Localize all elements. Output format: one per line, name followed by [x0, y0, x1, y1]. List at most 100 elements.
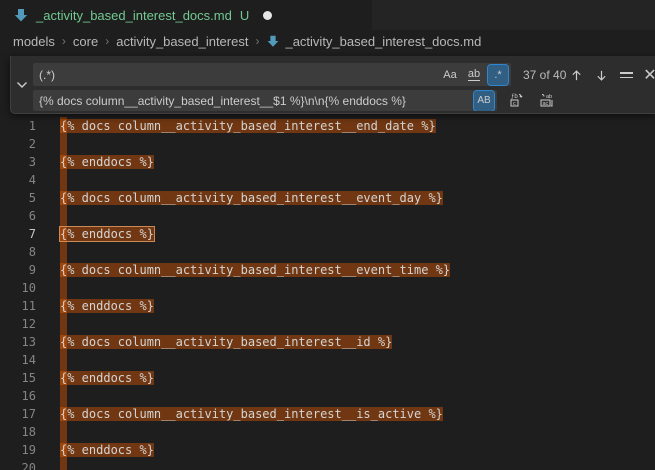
editor-line-9[interactable]: 9{% docs column__activity_based_interest…: [0, 261, 655, 279]
regex-label: .*: [494, 69, 501, 81]
editor-pane[interactable]: 1{% docs column__activity_based_interest…: [0, 52, 655, 470]
close-icon: ✕: [643, 65, 655, 85]
tab-filename: _activity_based_interest_docs.md: [36, 8, 232, 23]
replace-icon: ƒb c: [508, 92, 524, 108]
whole-word-toggle[interactable]: ab: [464, 65, 484, 85]
editor-line-14[interactable]: 14: [0, 351, 655, 369]
editor-line-19[interactable]: 19 {% enddocs %}: [0, 441, 655, 459]
breadcrumb-item-core[interactable]: core: [73, 34, 98, 49]
line-number: 20: [0, 459, 36, 470]
line-number: 12: [0, 315, 36, 333]
results-count: 37 of 40: [523, 63, 566, 86]
line-text: {% enddocs %}: [60, 153, 154, 171]
line-number: 15: [0, 369, 36, 387]
svg-text:ab: ab: [546, 94, 552, 100]
line-text: {% enddocs %}: [60, 441, 154, 459]
replace-all-button[interactable]: ab ac: [535, 89, 557, 111]
editor-line-15[interactable]: 15 {% enddocs %}: [0, 369, 655, 387]
editor-line-10[interactable]: 10: [0, 279, 655, 297]
editor-line-3[interactable]: 3 {% enddocs %}: [0, 153, 655, 171]
line-number: 19: [0, 441, 36, 459]
tab-bar: _activity_based_interest_docs.md U: [0, 0, 655, 30]
chevron-down-icon: [16, 81, 28, 89]
tab-activity-based-interest-docs[interactable]: _activity_based_interest_docs.md U: [0, 0, 372, 30]
replace-input[interactable]: {% docs column__activity_based_interest_…: [33, 90, 497, 111]
replace-input-value: {% docs column__activity_based_interest_…: [39, 94, 406, 108]
find-match: {% docs column__activity_based_interest_…: [60, 407, 443, 421]
find-match: {% enddocs %}: [60, 443, 154, 457]
find-match: {% enddocs %}: [60, 371, 154, 385]
find-in-selection-button[interactable]: [615, 64, 637, 86]
editor-line-18[interactable]: 18: [0, 423, 655, 441]
find-match: {% enddocs %}: [60, 299, 154, 313]
editor-line-17[interactable]: 17 {% docs column__activity_based_interes…: [0, 405, 655, 423]
line-number: 4: [0, 171, 36, 189]
match-case-label: Aa: [443, 69, 456, 81]
vscode-window: _activity_based_interest_docs.md U model…: [0, 0, 655, 470]
replace-button[interactable]: ƒb c: [505, 89, 527, 111]
line-number: 17: [0, 405, 36, 423]
breadcrumb-item-activity_based_interest[interactable]: activity_based_interest: [116, 34, 248, 49]
editor-line-4[interactable]: 4: [0, 171, 655, 189]
markdown-file-icon: [266, 34, 280, 48]
selection-icon: [620, 72, 633, 77]
match-case-toggle[interactable]: Aa: [440, 65, 460, 85]
find-match: {% enddocs %}: [60, 155, 154, 169]
line-text: {% docs column__activity_based_interest_…: [60, 189, 443, 207]
editor-line-12[interactable]: 12: [0, 315, 655, 333]
editor-line-1[interactable]: 1 {% docs column__activity_based_interest…: [0, 117, 655, 135]
current-find-match: {% enddocs %}: [60, 227, 154, 241]
toggle-replace-button[interactable]: [11, 56, 32, 113]
editor-line-20[interactable]: 20: [0, 459, 655, 470]
code-area: 1 {% docs column__activity_based_interest…: [0, 117, 655, 470]
line-text: {% docs column__activity_based_interest_…: [60, 117, 436, 135]
previous-match-button[interactable]: [565, 64, 587, 86]
breadcrumb-item-file[interactable]: _activity_based_interest_docs.md: [266, 34, 481, 49]
find-input[interactable]: (.*) Aa ab .*: [33, 63, 511, 86]
find-match: {% docs column__activity_based_interest_…: [60, 335, 392, 349]
breadcrumb-separator: ›: [62, 34, 66, 48]
find-input-value: (.*): [39, 68, 55, 82]
find-match: {% docs column__activity_based_interest_…: [60, 263, 450, 277]
editor-line-5[interactable]: 5 {% docs column__activity_based_interest…: [0, 189, 655, 207]
line-number: 6: [0, 207, 36, 225]
line-text: {% enddocs %}: [60, 225, 154, 243]
svg-text:ƒb: ƒb: [511, 94, 518, 100]
editor-line-7[interactable]: 7{% enddocs %}: [0, 225, 655, 243]
editor-line-8[interactable]: 8: [0, 243, 655, 261]
breadcrumb: models›core›activity_based_interest›_act…: [0, 30, 655, 52]
line-number: 11: [0, 297, 36, 315]
line-number: 5: [0, 189, 36, 207]
editor-line-6[interactable]: 6: [0, 207, 655, 225]
line-number: 3: [0, 153, 36, 171]
editor-line-2[interactable]: 2: [0, 135, 655, 153]
svg-text:c: c: [513, 101, 516, 107]
close-find-widget-button[interactable]: ✕: [639, 64, 655, 86]
find-match: {% docs column__activity_based_interest_…: [60, 119, 436, 133]
unsaved-dot-icon[interactable]: [263, 11, 272, 20]
preserve-case-toggle[interactable]: AB: [474, 91, 494, 111]
line-number: 14: [0, 351, 36, 369]
arrow-up-icon: [570, 69, 583, 82]
next-match-button[interactable]: [590, 64, 612, 86]
line-number: 16: [0, 387, 36, 405]
editor-line-16[interactable]: 16: [0, 387, 655, 405]
line-number: 13: [0, 333, 36, 351]
find-replace-widget: (.*) Aa ab .* 37 of 40: [10, 56, 655, 114]
markdown-file-icon: [13, 7, 29, 23]
breadcrumb-separator: ›: [255, 34, 259, 48]
breadcrumb-file-label: _activity_based_interest_docs.md: [285, 34, 481, 49]
line-number: 10: [0, 279, 36, 297]
breadcrumb-item-models[interactable]: models: [13, 34, 55, 49]
line-number: 8: [0, 243, 36, 261]
git-status-badge: U: [240, 8, 249, 23]
regex-toggle[interactable]: .*: [488, 65, 508, 85]
find-match: {% docs column__activity_based_interest_…: [60, 191, 443, 205]
arrow-down-icon: [595, 69, 608, 82]
line-text: {% enddocs %}: [60, 297, 154, 315]
preserve-case-label: AB: [477, 95, 490, 106]
editor-line-13[interactable]: 13 {% docs column__activity_based_interes…: [0, 333, 655, 351]
line-number: 1: [0, 117, 36, 135]
editor-line-11[interactable]: 11 {% enddocs %}: [0, 297, 655, 315]
svg-text:ac: ac: [542, 101, 548, 107]
